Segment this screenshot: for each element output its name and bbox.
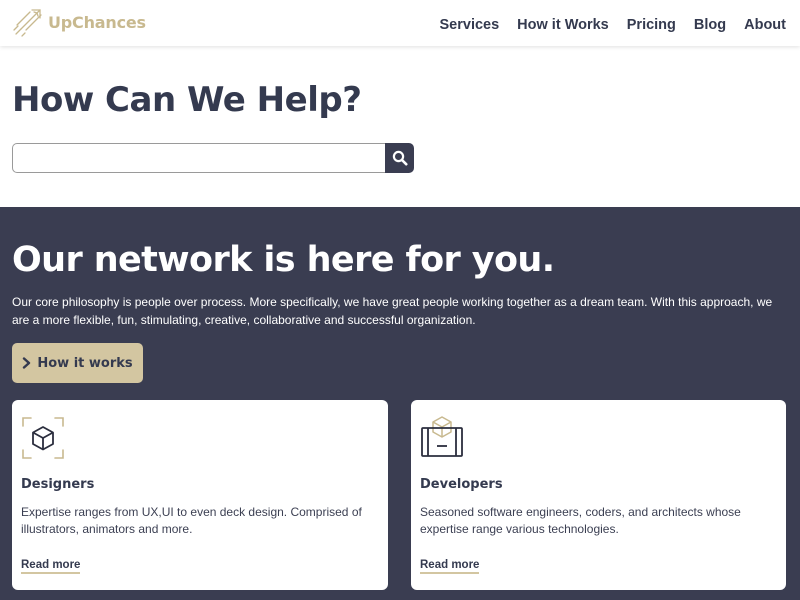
nav-blog[interactable]: Blog — [694, 17, 726, 33]
designers-card: Designers Expertise ranges from UX,UI to… — [12, 400, 388, 590]
nav-about[interactable]: About — [744, 17, 786, 33]
read-more-link[interactable]: Read more — [420, 559, 480, 574]
package-box-icon — [421, 416, 463, 457]
logo[interactable]: UpChances — [12, 6, 146, 38]
brand-name: UpChances — [48, 12, 146, 32]
card-text: Seasoned software engineers, coders, and… — [420, 505, 741, 536]
card-text: Expertise ranges from UX,UI to even deck… — [21, 505, 362, 536]
search-input[interactable] — [12, 143, 385, 173]
how-it-works-button[interactable]: How it works — [12, 343, 143, 383]
search-bar — [12, 143, 414, 173]
cube-frame-icon — [22, 417, 64, 459]
page-title: How Can We Help? — [12, 80, 362, 120]
rocket-icon — [13, 9, 42, 37]
network-section: Our network is here for you. Our core ph… — [0, 207, 800, 600]
main-nav: Services How it Works Pricing Blog About — [440, 0, 787, 50]
nav-pricing[interactable]: Pricing — [627, 17, 676, 33]
how-it-works-label: How it works — [37, 355, 133, 371]
search-icon — [392, 150, 407, 166]
section-description: Our core philosophy is people over proce… — [12, 295, 773, 327]
chevron-right-icon — [23, 357, 31, 369]
card-title: Developers — [420, 477, 503, 492]
site-header: UpChances Services How it Works Pricing … — [0, 0, 800, 46]
nav-services[interactable]: Services — [440, 17, 500, 33]
section-title: Our network is here for you. — [12, 240, 555, 280]
nav-how-it-works[interactable]: How it Works — [517, 17, 609, 33]
card-title: Designers — [21, 477, 95, 492]
developers-card: Developers Seasoned software engineers, … — [411, 400, 786, 590]
search-button[interactable] — [385, 143, 414, 173]
read-more-link[interactable]: Read more — [21, 559, 81, 574]
